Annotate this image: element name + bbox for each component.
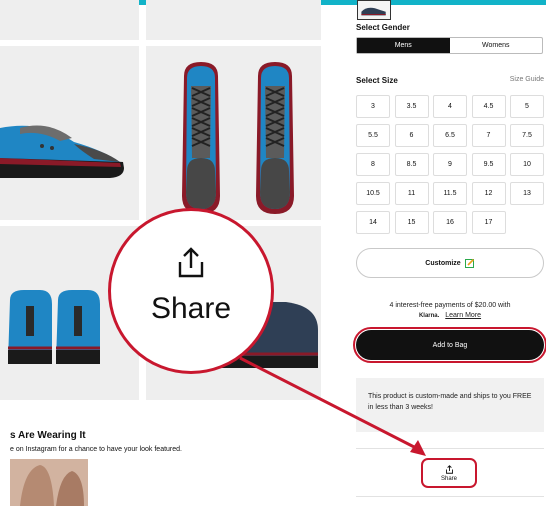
size-option[interactable]: 10.5	[356, 182, 390, 205]
gender-option-womens[interactable]: Womens	[450, 38, 543, 53]
color-thumbnail[interactable]	[357, 0, 391, 20]
klarna-logo: Klarna.	[418, 313, 440, 319]
size-option[interactable]: 11	[394, 182, 429, 205]
share-callout-label: Share	[150, 292, 232, 325]
size-option[interactable]: 9.5	[471, 153, 506, 176]
size-option[interactable]: 11.5	[433, 182, 467, 205]
share-icon	[178, 247, 204, 278]
gallery-image-side-view[interactable]	[0, 46, 139, 220]
shoe-side-illustration	[0, 125, 124, 178]
size-option[interactable]: 8.5	[394, 153, 429, 176]
size-guide-link[interactable]: Size Guide	[510, 76, 544, 83]
size-option[interactable]: 8	[356, 153, 390, 176]
size-option[interactable]: 3	[356, 95, 390, 118]
customize-button[interactable]: Customize	[356, 248, 544, 278]
learn-more-link[interactable]: Learn More	[445, 312, 481, 319]
share-button-label: Share	[440, 475, 457, 482]
product-options-panel: Select Gender Mens Womens Select Size Si…	[353, 0, 546, 506]
divider	[356, 496, 544, 497]
edit-icon	[464, 258, 474, 268]
select-gender-label: Select Gender	[356, 23, 410, 32]
instagram-photo[interactable]	[10, 459, 88, 506]
gender-selector: Mens Womens	[356, 37, 543, 54]
size-option[interactable]: 13	[510, 182, 544, 205]
instagram-photo-illustration	[10, 459, 88, 506]
size-option[interactable]: 6.5	[433, 124, 467, 147]
customize-label: Customize	[425, 259, 461, 267]
installment-info: 4 interest-free payments of $20.00 with …	[356, 301, 544, 321]
share-icon	[445, 464, 453, 474]
gallery-image-top-view[interactable]	[146, 46, 321, 220]
size-option[interactable]: 5	[510, 95, 544, 118]
size-option[interactable]: 3.5	[394, 95, 429, 118]
size-option[interactable]: 17	[471, 211, 506, 234]
size-option[interactable]: 15	[394, 211, 429, 234]
wearing-it-heading: s Are Wearing It	[10, 430, 86, 441]
size-option[interactable]: 6	[394, 124, 429, 147]
custom-made-notice: This product is custom-made and ships to…	[356, 378, 544, 432]
gallery-image-top-left[interactable]	[0, 0, 139, 40]
size-option[interactable]: 4.5	[471, 95, 506, 118]
shoe-thumbnail-illustration	[361, 7, 386, 16]
size-option[interactable]: 14	[356, 211, 390, 234]
share-zoom-callout: Share	[108, 208, 274, 374]
size-option[interactable]: 7	[471, 124, 506, 147]
select-size-label: Select Size	[356, 76, 398, 85]
installment-text: 4 interest-free payments of $20.00 with	[389, 302, 511, 309]
divider	[356, 448, 544, 449]
size-option[interactable]: 4	[433, 95, 467, 118]
size-option[interactable]: 5.5	[356, 124, 390, 147]
add-to-bag-button[interactable]: Add to Bag	[356, 330, 544, 360]
size-option[interactable]: 9	[433, 153, 467, 176]
shoe-top-illustration	[182, 62, 294, 214]
share-button[interactable]: Share	[421, 458, 477, 488]
size-option[interactable]: 10	[510, 153, 544, 176]
wearing-it-subtitle: e on Instagram for a chance to have your…	[10, 446, 182, 453]
gallery-image-top-right[interactable]	[146, 0, 321, 40]
size-option[interactable]: 16	[433, 211, 467, 234]
size-option[interactable]: 7.5	[510, 124, 544, 147]
gender-option-mens[interactable]: Mens	[357, 38, 450, 53]
size-option[interactable]: 12	[471, 182, 506, 205]
